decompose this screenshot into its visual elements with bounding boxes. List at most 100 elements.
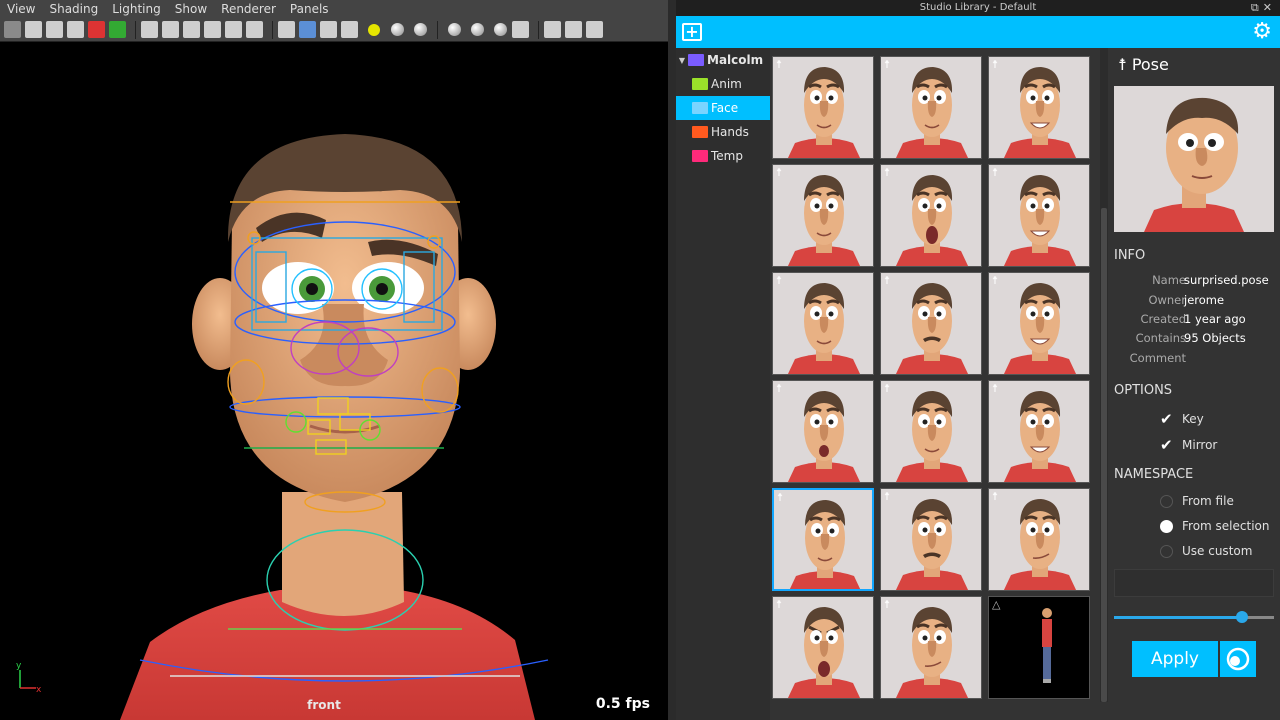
xray-icon[interactable] bbox=[544, 21, 561, 38]
menu-view[interactable]: View bbox=[0, 2, 42, 16]
pin-icon: ☨ bbox=[776, 382, 782, 395]
wireframe-on-shaded-icon[interactable] bbox=[320, 21, 337, 38]
folder-label: Hands bbox=[711, 125, 749, 139]
pose-thumbnail[interactable]: ☨ bbox=[772, 380, 874, 483]
window-buttons[interactable]: ⧉✕ bbox=[1251, 0, 1276, 16]
folder-label: Anim bbox=[711, 77, 742, 91]
anti-aliasing-icon[interactable] bbox=[471, 23, 484, 36]
xray-joints-icon[interactable] bbox=[565, 21, 582, 38]
depth-of-field-icon[interactable] bbox=[494, 23, 507, 36]
pose-thumbnail[interactable]: ☨ bbox=[772, 56, 874, 159]
isolate-select-icon[interactable] bbox=[512, 21, 529, 38]
shadows-icon[interactable] bbox=[391, 23, 404, 36]
safe-title-icon[interactable] bbox=[204, 21, 221, 38]
bookmark-icon[interactable] bbox=[46, 21, 63, 38]
pose-thumbnail[interactable]: ☨ bbox=[880, 164, 982, 267]
option-key-checkbox[interactable]: ✔ Key bbox=[1160, 410, 1204, 428]
viewport-scene[interactable] bbox=[0, 42, 668, 720]
folder-face[interactable]: Face bbox=[676, 96, 770, 120]
pose-thumbnail[interactable]: ☨ bbox=[772, 164, 874, 267]
pose-thumbnail[interactable]: ☨ bbox=[880, 596, 982, 699]
smooth-shade-icon[interactable] bbox=[299, 21, 316, 38]
use-lights-icon[interactable] bbox=[368, 23, 380, 36]
pose-thumbnail[interactable]: ☨ bbox=[880, 272, 982, 375]
window-titlebar[interactable]: Studio Library - Default ⧉✕ bbox=[676, 0, 1280, 16]
folder-icon bbox=[692, 126, 708, 138]
maya-viewport[interactable]: View Shading Lighting Show Renderer Pane… bbox=[0, 0, 668, 720]
screen-space-ao-icon[interactable] bbox=[414, 23, 427, 36]
namespace-use-custom-radio[interactable]: Use custom bbox=[1160, 544, 1252, 558]
namespace-from-file-radio[interactable]: From file bbox=[1160, 494, 1234, 508]
scrollbar-thumb[interactable] bbox=[1101, 208, 1107, 702]
add-item-button[interactable]: + bbox=[682, 23, 702, 41]
pose-thumbnail-image bbox=[1003, 283, 1077, 374]
camera-attributes-icon[interactable] bbox=[25, 21, 42, 38]
gear-icon[interactable]: ⚙ bbox=[1252, 20, 1272, 44]
apply-button[interactable]: Apply bbox=[1132, 641, 1218, 677]
motion-blur-icon[interactable] bbox=[448, 23, 461, 36]
folder-hands[interactable]: Hands bbox=[676, 120, 770, 144]
image-plane-icon[interactable] bbox=[67, 21, 84, 38]
info-row-comment: Comment bbox=[1112, 351, 1280, 369]
resolution-gate-icon[interactable] bbox=[141, 21, 158, 38]
custom-namespace-field[interactable] bbox=[1114, 569, 1274, 597]
grease-pencil-icon[interactable] bbox=[225, 21, 242, 38]
blend-slider-handle[interactable] bbox=[1236, 611, 1248, 623]
selection-sets-icon bbox=[1226, 647, 1250, 671]
grid-toggle-icon[interactable] bbox=[88, 21, 105, 38]
expand-arrow-icon[interactable]: ▼ bbox=[676, 56, 688, 65]
pin-icon: ☨ bbox=[992, 166, 998, 179]
radio-label: Use custom bbox=[1182, 544, 1253, 558]
pose-thumbnail[interactable]: ☨ bbox=[880, 56, 982, 159]
text-tool-icon[interactable] bbox=[246, 21, 263, 38]
pose-thumbnail[interactable]: ☨ bbox=[880, 488, 982, 591]
blend-slider[interactable] bbox=[1114, 611, 1274, 623]
folder-label: Face bbox=[711, 101, 739, 115]
pose-thumbnail[interactable]: ☨ bbox=[988, 380, 1090, 483]
preview-title: ☨ Pose bbox=[1118, 55, 1169, 74]
namespace-from-selection-radio[interactable]: From selection bbox=[1160, 519, 1269, 533]
pin-icon: ☨ bbox=[884, 382, 890, 395]
panel-layout-icon[interactable] bbox=[586, 21, 603, 38]
namespace-header: NAMESPACE bbox=[1114, 467, 1194, 482]
textured-icon[interactable] bbox=[341, 21, 358, 38]
pose-thumbnail[interactable]: ☨ bbox=[988, 488, 1090, 591]
blend-slider-fill bbox=[1114, 616, 1242, 619]
pose-thumbnail-image bbox=[787, 67, 861, 158]
character-model[interactable] bbox=[120, 134, 549, 720]
pin-icon: ☨ bbox=[1118, 55, 1127, 74]
axis-indicator: y x bbox=[16, 661, 42, 694]
apply-options-button[interactable] bbox=[1220, 641, 1256, 677]
pose-thumbnail[interactable]: ☨ bbox=[988, 272, 1090, 375]
pose-type-label: Pose bbox=[1131, 55, 1169, 74]
menu-panels[interactable]: Panels bbox=[283, 2, 336, 16]
film-gate-icon[interactable] bbox=[109, 21, 126, 38]
menu-renderer[interactable]: Renderer bbox=[214, 2, 283, 16]
wireframe-icon[interactable] bbox=[278, 21, 295, 38]
pose-thumbnail[interactable]: ☨ bbox=[880, 380, 982, 483]
pose-thumbnail[interactable]: ☨ bbox=[772, 272, 874, 375]
info-row-owner: Owner jerome bbox=[1112, 293, 1280, 311]
folder-malcolm[interactable]: ▼ Malcolm bbox=[676, 48, 770, 72]
pose-thumbnail[interactable]: ☨ bbox=[988, 164, 1090, 267]
window-title: Studio Library - Default bbox=[919, 2, 1037, 13]
pose-thumbnail-image bbox=[1042, 608, 1052, 683]
panel-splitter[interactable] bbox=[668, 0, 676, 720]
pose-thumbnail[interactable]: ☨ bbox=[988, 56, 1090, 159]
menu-shading[interactable]: Shading bbox=[42, 2, 105, 16]
menu-lighting[interactable]: Lighting bbox=[105, 2, 168, 16]
folder-anim[interactable]: Anim bbox=[676, 72, 770, 96]
option-mirror-checkbox[interactable]: ✔ Mirror bbox=[1160, 436, 1217, 454]
safe-action-icon[interactable] bbox=[183, 21, 200, 38]
pose-thumbnail[interactable]: ☨ bbox=[772, 488, 874, 591]
pose-thumbnail-image bbox=[895, 499, 969, 590]
select-camera-icon[interactable] bbox=[4, 21, 21, 38]
folder-temp[interactable]: Temp bbox=[676, 144, 770, 168]
gate-mask-icon[interactable] bbox=[162, 21, 179, 38]
pose-thumbnail[interactable]: ☨ bbox=[772, 596, 874, 699]
menu-show[interactable]: Show bbox=[168, 2, 214, 16]
grid-scrollbar[interactable] bbox=[1100, 48, 1108, 702]
folder-icon bbox=[692, 102, 708, 114]
pose-thumbnail[interactable]: △ bbox=[988, 596, 1090, 699]
checkmark-icon: ✔ bbox=[1160, 410, 1173, 428]
